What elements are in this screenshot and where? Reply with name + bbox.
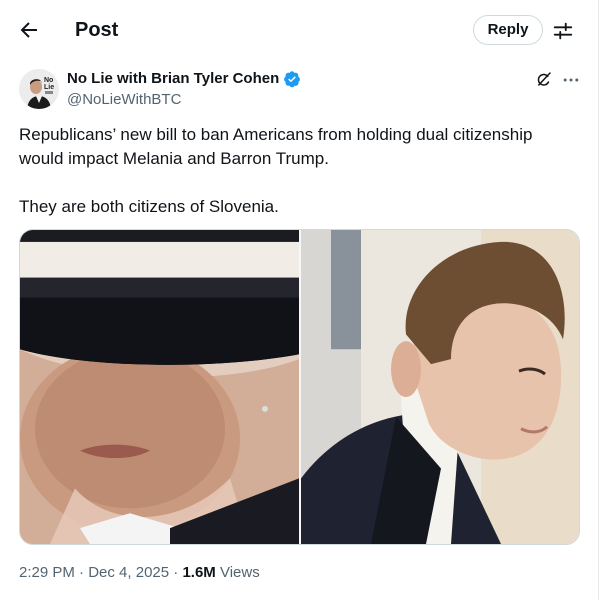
photo-melania[interactable] [20,230,299,544]
author-name-row[interactable]: No Lie with Brian Tyler Cohen [67,69,301,89]
media-grid [19,229,580,545]
meta-separator: · [74,564,89,581]
tweet-paragraph-1: Republicans’ new bill to ban Americans f… [19,125,533,168]
views-count: 1.6M [182,564,216,581]
tweet-text: Republicans’ new bill to ban Americans f… [19,123,579,219]
post-page: Post Reply No Lie No Lie with Brian Tyle… [0,0,599,600]
svg-text:No: No [44,77,53,84]
post-time[interactable]: 2:29 PM [19,564,75,581]
photo-melania-image [20,230,299,544]
tweet-paragraph-2: They are both citizens of Slovenia. [19,197,279,216]
grok-icon[interactable] [535,70,553,88]
views-label: Views [215,564,260,581]
sliders-icon[interactable] [552,20,574,42]
photo-barron-image [301,230,579,544]
verified-badge-icon [284,71,301,88]
arrow-left-icon[interactable] [17,18,41,42]
top-bar: Post Reply [0,0,599,60]
svg-text:Lie: Lie [44,84,54,91]
page-title: Post [75,19,119,41]
photo-barron[interactable] [301,230,579,544]
author-handle[interactable]: @NoLieWithBTC [67,90,181,110]
reply-button[interactable]: Reply [473,15,543,45]
more-dots-icon[interactable] [561,70,581,90]
post-meta: 2:29 PM · Dec 4, 2025 · 1.6M Views [19,563,260,583]
author-name[interactable]: No Lie with Brian Tyler Cohen [67,69,279,89]
avatar[interactable]: No Lie [19,69,59,109]
post-date[interactable]: Dec 4, 2025 [88,564,169,581]
meta-separator: · [169,564,183,581]
